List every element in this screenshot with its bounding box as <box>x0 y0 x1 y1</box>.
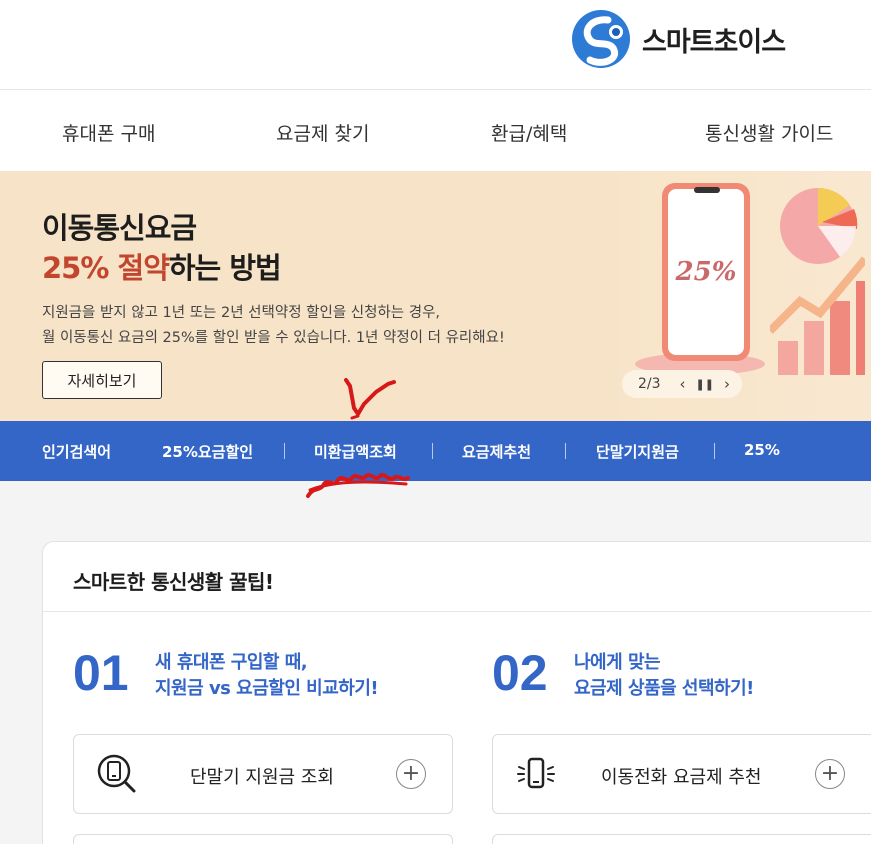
banner-description-line2: 월 이동통신 요금의 25%를 할인 받을 수 있습니다. 1년 약정이 더 유… <box>42 330 505 346</box>
banner-subtitle: 25% 절약하는 방법 <box>42 251 282 285</box>
site-logo[interactable]: 스마트초이스 <box>572 10 786 68</box>
banner-more-button[interactable]: 자세히보기 <box>42 361 162 399</box>
promo-banner: 이동통신요금 25% 절약하는 방법 지원금을 받지 않고 1년 또는 2년 선… <box>0 171 871 421</box>
keyword-link[interactable]: 25%요금할인 <box>162 441 253 462</box>
phone-search-icon <box>97 754 136 793</box>
banner-highlight: 25% 절약 <box>42 251 170 285</box>
logo-mark-icon <box>572 10 630 68</box>
banner-description-line1: 지원금을 받지 않고 1년 또는 2년 선택약정 할인을 신청하는 경우, <box>42 305 441 321</box>
tip-line2: 지원금 vs 요금할인 비교하기! <box>155 678 379 699</box>
tip-line2: 요금제 상품을 선택하기! <box>574 678 754 699</box>
site-header: 스마트초이스 <box>0 0 871 90</box>
next-action-stub[interactable] <box>73 834 453 844</box>
banner-title: 이동통신요금 <box>42 211 197 245</box>
keyword-link[interactable]: 단말기지원금 <box>596 441 679 462</box>
popular-keywords-title: 인기검색어 <box>42 443 112 461</box>
chevron-right-icon[interactable]: › <box>719 375 735 393</box>
keyword-link[interactable]: 25% <box>744 441 780 459</box>
tip-line1: 나에게 맞는 <box>574 652 661 673</box>
plus-icon: + <box>396 759 426 789</box>
tip-number: 01 <box>73 645 129 701</box>
tip-number: 02 <box>492 645 548 701</box>
device-subsidy-button[interactable]: 단말기 지원금 조회 + <box>73 734 453 814</box>
keyword-divider <box>565 443 566 459</box>
tip-line1: 새 휴대폰 구입할 때, <box>155 652 308 673</box>
pager-count: 2/3 <box>638 376 661 392</box>
nav-item-phone-purchase[interactable]: 휴대폰 구매 <box>62 119 155 146</box>
nav-item-guide[interactable]: 통신생활 가이드 <box>705 119 833 146</box>
brand-name: 스마트초이스 <box>642 26 786 58</box>
keyword-link[interactable]: 요금제추천 <box>462 441 531 462</box>
keyword-divider <box>432 443 433 459</box>
phone-sparkle-icon <box>517 757 555 789</box>
keyword-divider <box>714 443 715 459</box>
phone-illustration: 25% <box>662 183 750 361</box>
tips-card: 스마트한 통신생활 꿀팁! 01 새 휴대폰 구입할 때, 지원금 vs 요금할… <box>42 541 871 844</box>
tips-section: 스마트한 통신생활 꿀팁! 01 새 휴대폰 구입할 때, 지원금 vs 요금할… <box>0 481 871 844</box>
keyword-divider <box>284 443 285 459</box>
page: 스마트초이스 휴대폰 구매 요금제 찾기 환급/혜택 통신생활 가이드 이동통신… <box>0 0 871 844</box>
plus-icon: + <box>815 759 845 789</box>
banner-pager: 2/3 ‹ ❚❚ › <box>622 370 742 398</box>
device-subsidy-label: 단말기 지원금 조회 <box>190 767 334 788</box>
nav-item-plan-search[interactable]: 요금제 찾기 <box>276 119 369 146</box>
plan-recommend-button[interactable]: 이동전화 요금제 추천 + <box>492 734 871 814</box>
main-nav: 휴대폰 구매 요금제 찾기 환급/혜택 통신생활 가이드 <box>0 91 871 171</box>
next-action-stub[interactable] <box>492 834 871 844</box>
keyword-link[interactable]: 미환급액조회 <box>314 441 397 462</box>
chart-illustration-icon <box>770 187 865 375</box>
chevron-left-icon[interactable]: ‹ <box>675 375 691 393</box>
tips-title: 스마트한 통신생활 꿀팁! <box>73 570 274 594</box>
popular-keywords-bar: 인기검색어 25%요금할인 미환급액조회 요금제추천 단말기지원금 25% <box>0 421 871 481</box>
pause-icon[interactable]: ❚❚ <box>691 378 719 391</box>
plan-recommend-label: 이동전화 요금제 추천 <box>601 767 762 788</box>
phone-screen-text: 25% <box>668 189 744 355</box>
nav-item-refund-benefit[interactable]: 환급/혜택 <box>491 119 567 146</box>
